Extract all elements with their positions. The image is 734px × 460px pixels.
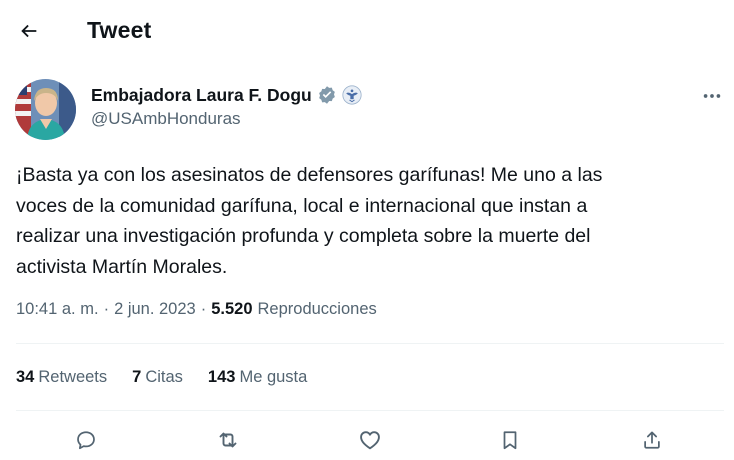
reply-icon (77, 431, 95, 450)
author-name-row: Embajadora Laura F. Dogu (91, 84, 362, 106)
tweet-meta: 10:41 a. m. · 2 jun. 2023 · 5.520 Reprod… (16, 300, 377, 319)
back-button[interactable] (10, 12, 48, 50)
verified-badge-icon (317, 85, 337, 105)
tweet-actions (0, 422, 734, 460)
quotes-label: Citas (145, 368, 183, 386)
more-options-button[interactable] (694, 82, 730, 110)
tweet-time[interactable]: 10:41 a. m. (16, 300, 99, 319)
tweet-header: Tweet (0, 0, 734, 62)
likes-label: Me gusta (239, 368, 308, 386)
tweet-text: ¡Basta ya con los asesinatos de defensor… (16, 164, 603, 278)
avatar[interactable] (15, 79, 76, 140)
tweet-stats: 34 Retweets 7 Citas 143 Me gusta (16, 368, 332, 387)
author-handle[interactable]: @USAmbHonduras (91, 109, 241, 129)
share-icon (644, 431, 660, 449)
retweet-icon (219, 432, 237, 448)
divider-top (16, 343, 724, 344)
like-button[interactable] (352, 422, 388, 458)
bookmark-icon (503, 431, 517, 450)
views-count: 5.520 (211, 300, 253, 318)
views-label: Reproducciones (257, 300, 377, 318)
arrow-left-icon (21, 24, 37, 38)
bookmark-button[interactable] (492, 422, 528, 458)
like-icon (360, 431, 380, 450)
page-title: Tweet (87, 17, 152, 43)
reply-button[interactable] (68, 422, 104, 458)
divider-bottom (16, 410, 724, 411)
meta-separator: · (103, 300, 110, 318)
author-name[interactable]: Embajadora Laura F. Dogu (91, 85, 312, 106)
state-department-seal-icon (342, 85, 362, 105)
quotes-stat[interactable]: 7 Citas (132, 368, 183, 387)
meta-separator-2: · (200, 300, 207, 318)
likes-count: 143 (207, 368, 236, 386)
likes-stat[interactable]: 143 Me gusta (208, 368, 307, 387)
share-button[interactable] (634, 422, 670, 458)
retweets-label: Retweets (38, 368, 108, 386)
quotes-count: 7 (132, 368, 142, 386)
retweet-button[interactable] (210, 422, 246, 458)
retweets-count: 34 (16, 368, 35, 386)
tweet-date[interactable]: 2 jun. 2023 (114, 300, 196, 319)
more-horizontal-icon (703, 94, 721, 98)
retweets-stat[interactable]: 34 Retweets (16, 368, 107, 387)
